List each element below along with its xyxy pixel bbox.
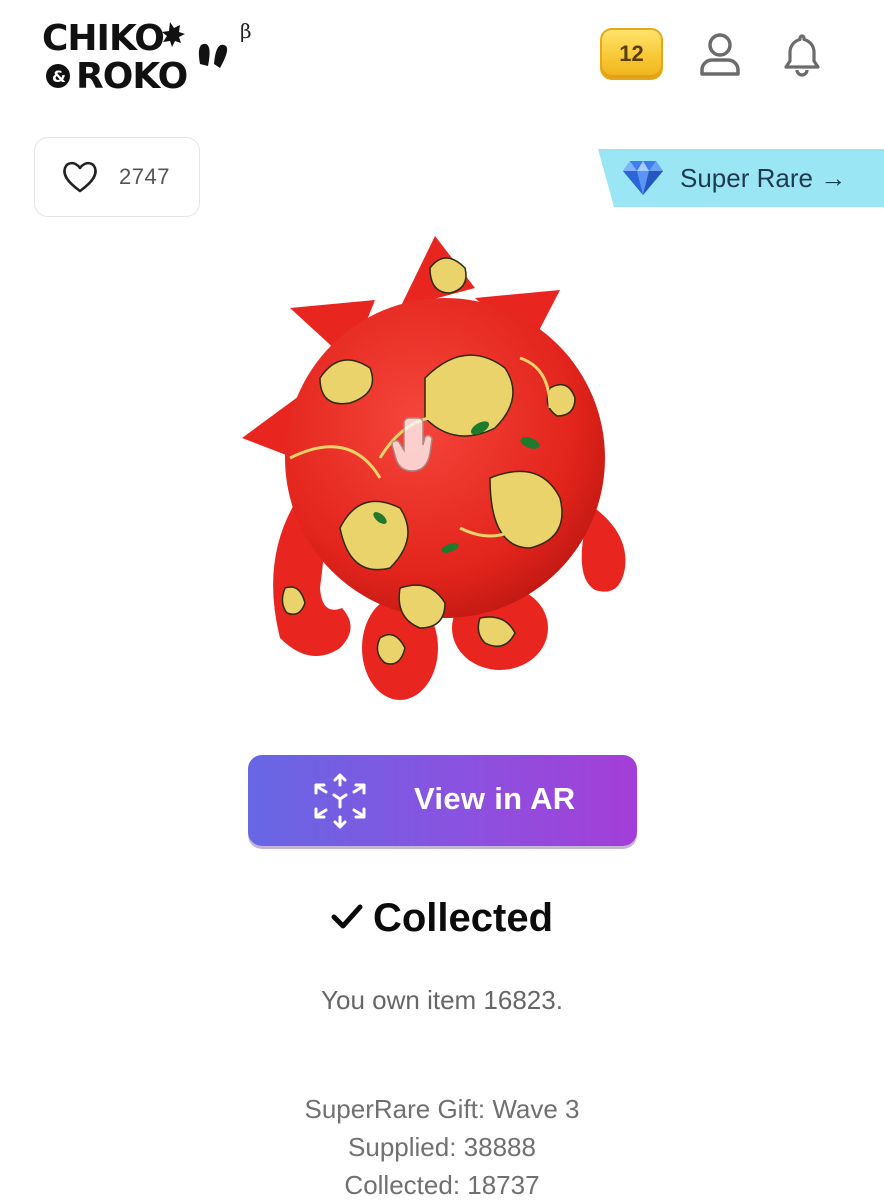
collected-count-text: Collected: 18737 — [344, 1170, 540, 1200]
item-detail-page: CHIKO & ROKO β 12 2747 Super Rare → View… — [0, 0, 884, 1200]
arrow-right-icon: → — [820, 162, 847, 193]
user-icon[interactable] — [698, 30, 742, 78]
bell-icon[interactable] — [780, 30, 824, 78]
owned-item-text: You own item 16823. — [321, 985, 563, 1015]
svg-text:CHIKO: CHIKO — [42, 18, 164, 59]
ar-cube-icon — [314, 773, 366, 829]
view-in-ar-button[interactable]: View in AR — [248, 755, 637, 846]
like-button[interactable]: 2747 — [34, 137, 200, 217]
chiko-roko-logo[interactable]: CHIKO & ROKO β — [42, 16, 262, 97]
coin-count: 12 — [619, 41, 644, 66]
svg-text:ROKO: ROKO — [76, 56, 187, 96]
svg-text:&: & — [52, 67, 66, 86]
logo-graphic: CHIKO & ROKO β — [42, 18, 252, 97]
gift-wave-text: SuperRare Gift: Wave 3 — [304, 1094, 580, 1124]
collected-label: Collected — [372, 896, 554, 940]
collected-status: Collected — [0, 896, 884, 941]
rarity-text: Super Rare — [680, 162, 813, 193]
collectible-figure-image[interactable] — [230, 228, 650, 708]
rarity-link[interactable]: Super Rare → — [598, 149, 884, 207]
svg-text:β: β — [240, 19, 252, 43]
heart-icon — [63, 161, 97, 193]
checkmark-icon — [331, 904, 363, 929]
view-in-ar-label: View in AR — [414, 781, 576, 816]
like-count: 2747 — [119, 164, 170, 189]
coin-balance-badge[interactable]: 12 — [600, 28, 663, 80]
item-stats: SuperRare Gift: Wave 3 Supplied: 38888 C… — [0, 1090, 884, 1200]
supplied-text: Supplied: 38888 — [348, 1132, 536, 1162]
diamond-icon — [623, 161, 663, 195]
